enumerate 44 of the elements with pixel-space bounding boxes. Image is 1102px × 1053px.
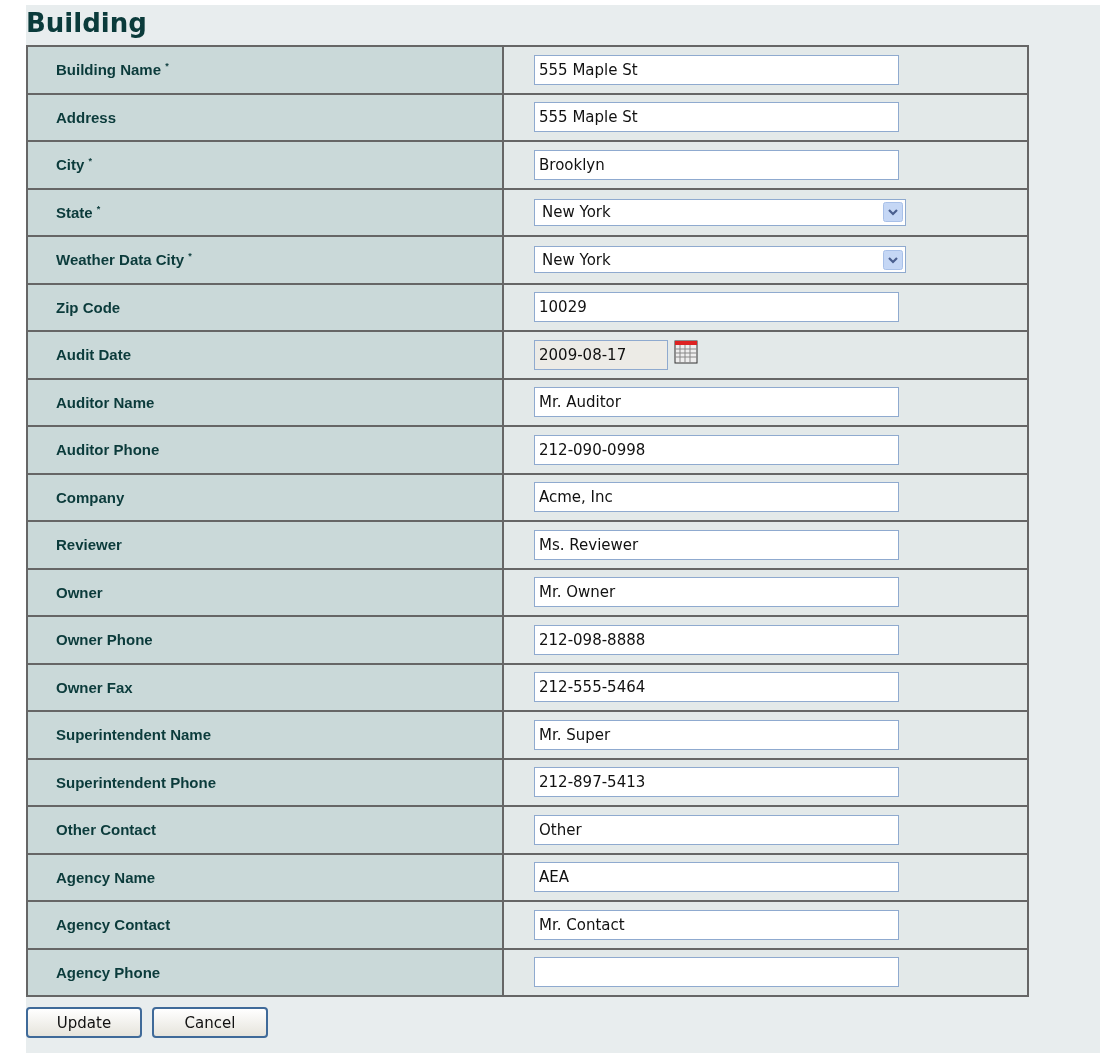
text-field[interactable]: AEA [534,862,899,893]
field-label: Agency Name [56,868,156,886]
field-label: Auditor Phone [56,441,160,459]
field-label: State $^{*}$ [56,203,101,221]
field-label: Owner Fax [56,678,133,696]
page-title: Building [26,7,148,39]
field-label: Audit Date [56,346,131,364]
form-button[interactable]: Cancel [152,1007,268,1038]
field-label: Zip Code [56,298,121,316]
text-field[interactable]: 555 Maple St [534,102,899,133]
field-label: Weather Data City $^{*}$ [56,251,192,269]
calendar-icon[interactable] [674,339,698,364]
form-button[interactable]: Update [26,1007,142,1038]
dropdown-field[interactable]: New York [534,246,906,274]
text-field[interactable] [534,957,899,988]
field-label: Agency Phone [56,963,161,981]
field-label: Agency Contact [56,916,171,934]
field-label: Other Contact [56,821,156,839]
text-field[interactable]: Acme, Inc [534,482,899,513]
text-field[interactable]: Other [534,814,899,845]
dropdown-field[interactable]: New York [534,198,906,226]
text-field[interactable]: Brooklyn [534,149,899,180]
field-label: Building Name $^{*}$ [56,61,169,79]
text-field[interactable]: Mr. Contact [534,909,899,940]
field-label: Auditor Name [56,393,155,411]
text-field[interactable]: 555 Maple St [534,54,899,85]
field-label: Owner Phone [56,631,153,649]
field-label: Superintendent Phone [56,773,216,791]
field-label: Address [56,108,117,126]
text-field[interactable]: 212-897-5413 [534,767,899,798]
text-field[interactable]: Ms. Reviewer [534,529,899,560]
field-label: City $^{*}$ [56,156,93,174]
text-field[interactable]: Mr. Owner [534,577,899,608]
text-field[interactable]: 212-098-8888 [534,624,899,655]
field-label: Superintendent Name [56,726,212,744]
text-field[interactable]: 212-555-5464 [534,672,899,703]
field-label: Company [56,488,125,506]
field-label: Reviewer [56,536,122,554]
text-field[interactable]: Mr. Super [534,719,899,750]
date-field[interactable]: 2009-08-17 [534,339,668,370]
text-field[interactable]: Mr. Auditor [534,387,899,418]
text-field[interactable]: 212-090-0998 [534,434,899,465]
field-label: Owner [56,583,103,601]
text-field[interactable]: 10029 [534,292,899,323]
